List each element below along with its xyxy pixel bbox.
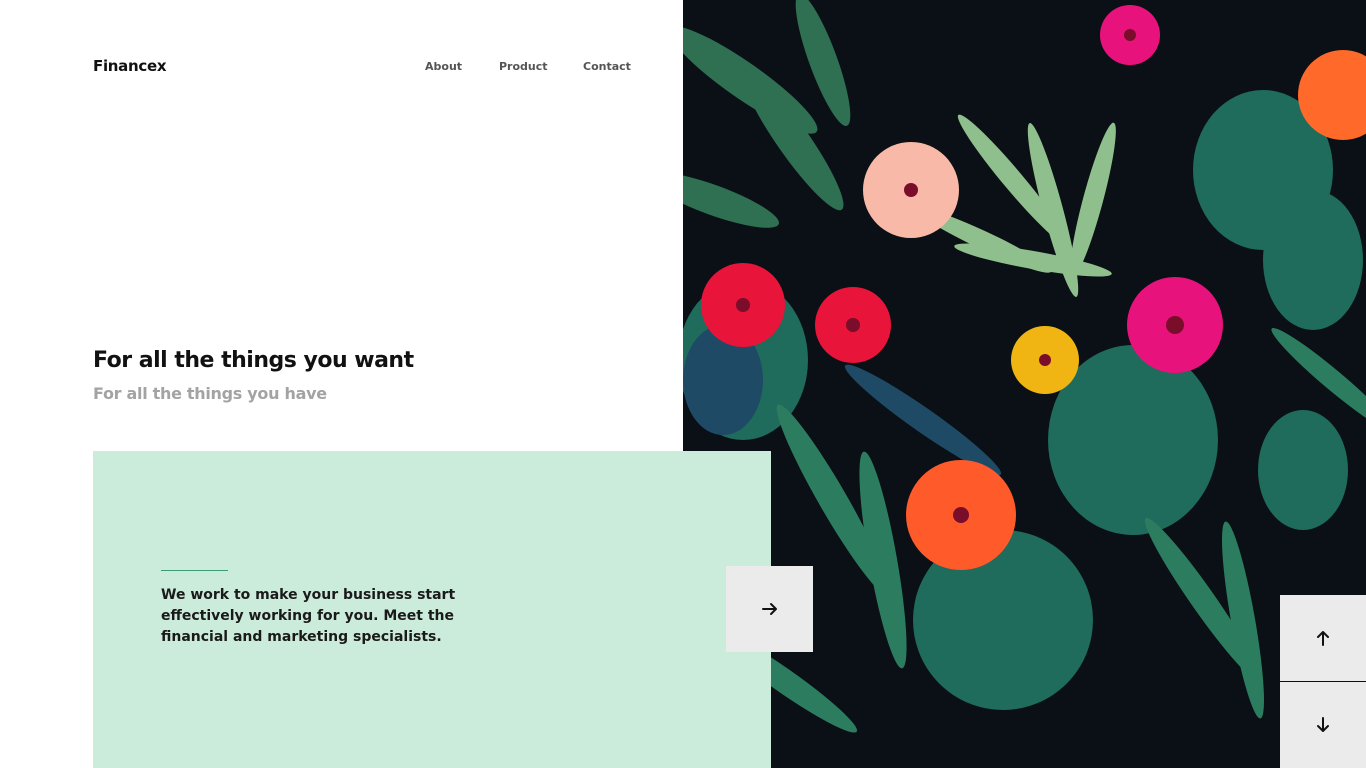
tropical-floral-pattern xyxy=(683,0,1366,768)
arrow-down-icon xyxy=(1317,717,1329,732)
promo-text: We work to make your business start effe… xyxy=(161,587,456,645)
hero-headline: For all the things you want xyxy=(93,348,414,373)
nav-link-about[interactable]: About xyxy=(425,60,462,73)
promo-card: We work to make your business start effe… xyxy=(93,451,771,768)
next-button[interactable] xyxy=(726,566,813,652)
accent-divider xyxy=(161,570,228,571)
scroll-down-button[interactable] xyxy=(1280,682,1366,768)
nav-link-product[interactable]: Product xyxy=(499,60,548,73)
brand-logo[interactable]: Financex xyxy=(93,57,167,75)
arrow-up-icon xyxy=(1317,631,1329,646)
arrow-right-icon xyxy=(761,603,777,615)
hero-image xyxy=(683,0,1366,768)
scroll-up-button[interactable] xyxy=(1280,595,1366,681)
nav-link-contact[interactable]: Contact xyxy=(583,60,631,73)
hero-subheadline: For all the things you have xyxy=(93,384,327,403)
